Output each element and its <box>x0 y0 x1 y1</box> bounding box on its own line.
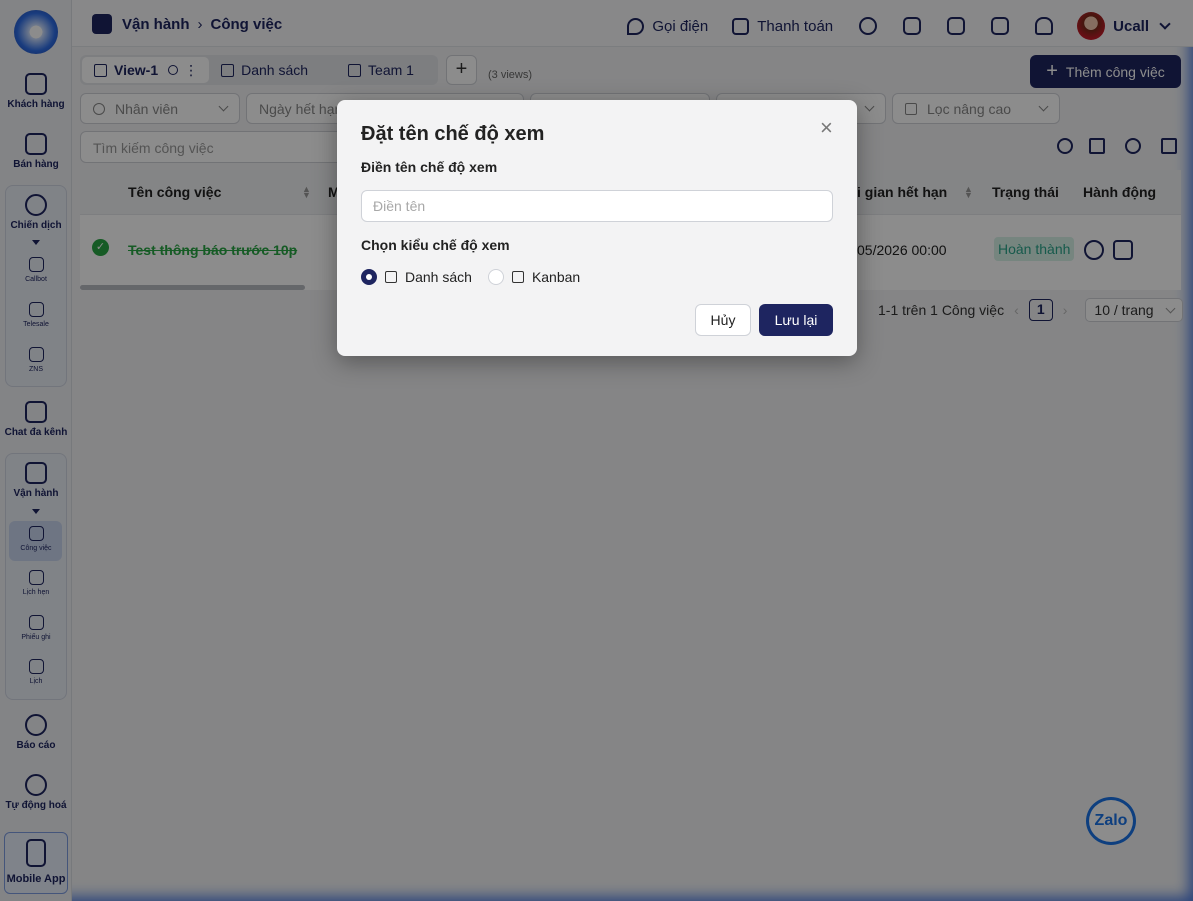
cancel-button[interactable]: Hủy <box>695 304 751 336</box>
dialog-title: Đặt tên chế độ xem <box>361 123 545 145</box>
close-icon[interactable]: × <box>820 117 833 139</box>
name-view-dialog: Đặt tên chế độ xem × Điền tên chế độ xem… <box>337 100 857 356</box>
view-type-label: Chọn kiểu chế độ xem <box>361 237 510 253</box>
list-view-icon <box>385 271 397 283</box>
kanban-icon <box>511 271 524 283</box>
view-type-radio-group: Danh sách Kanban <box>361 269 580 285</box>
radio-kanban-label[interactable]: Kanban <box>532 269 580 285</box>
view-name-input[interactable] <box>361 190 833 222</box>
radio-list[interactable] <box>361 269 377 285</box>
radio-kanban[interactable] <box>487 269 504 285</box>
view-name-label: Điền tên chế độ xem <box>361 159 498 175</box>
save-button[interactable]: Lưu lại <box>759 304 833 336</box>
radio-list-label[interactable]: Danh sách <box>405 269 472 285</box>
